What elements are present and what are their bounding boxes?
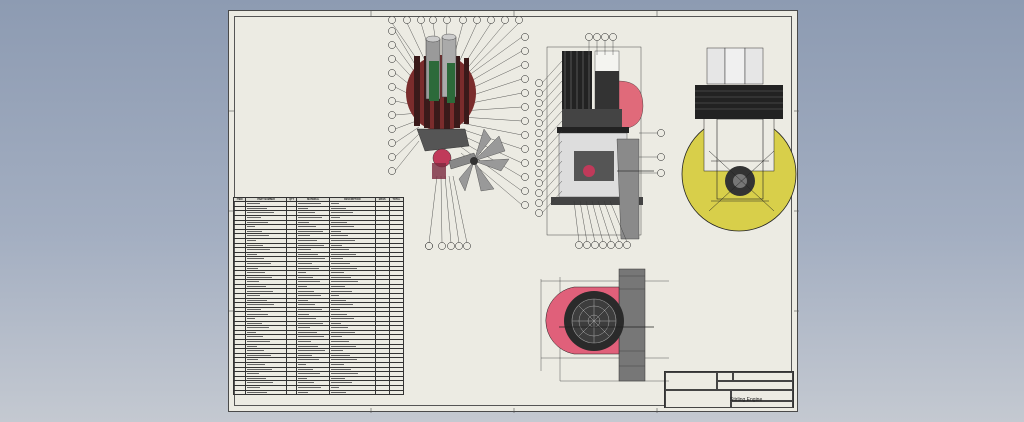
callout-balloon-icon: [388, 55, 396, 63]
leader-line: [541, 60, 563, 84]
side-view: [681, 47, 797, 232]
callout-balloon-icon: [388, 153, 396, 161]
leader-line: [603, 200, 620, 243]
callout-balloon-icon: [535, 159, 543, 167]
callout-balloon-icon: [388, 16, 396, 24]
callout-balloon-icon: [455, 242, 463, 250]
callout-balloon-icon: [623, 241, 631, 249]
leader-line: [469, 22, 520, 72]
callout-balloon-icon: [515, 16, 523, 24]
leader-line: [573, 200, 580, 243]
callout-balloon-icon: [521, 103, 529, 111]
callout-balloon-icon: [535, 209, 543, 217]
callout-balloon-icon: [388, 125, 396, 133]
callout-balloon-icon: [535, 139, 543, 147]
callout-balloon-icon: [388, 69, 396, 77]
callout-balloon-icon: [535, 99, 543, 107]
leader-line: [541, 80, 563, 104]
callout-balloon-icon: [429, 16, 437, 24]
callout-balloon-icon: [487, 16, 495, 24]
callout-balloon-icon: [521, 117, 529, 125]
callout-balloon-icon: [591, 241, 599, 249]
callout-balloon-icon: [535, 79, 543, 87]
callout-balloon-icon: [521, 173, 529, 181]
callout-balloon-icon: [459, 16, 467, 24]
callout-balloon-icon: [599, 241, 607, 249]
callout-balloon-icon: [535, 189, 543, 197]
callout-balloon-icon: [388, 97, 396, 105]
callout-balloon-icon: [521, 187, 529, 195]
callout-balloon-icon: [609, 33, 617, 41]
callout-balloon-icon: [521, 89, 529, 97]
leader-line: [448, 175, 460, 244]
section-view: [535, 33, 665, 249]
callout-balloon-icon: [521, 61, 529, 69]
callout-balloon-icon: [583, 241, 591, 249]
leader-line: [444, 175, 452, 244]
callout-balloon-icon: [521, 201, 529, 209]
callout-balloon-icon: [535, 169, 543, 177]
callout-balloon-icon: [535, 119, 543, 127]
callout-balloon-icon: [535, 129, 543, 137]
callout-balloon-icon: [521, 47, 529, 55]
callout-balloon-icon: [535, 89, 543, 97]
callout-balloon-icon: [575, 241, 583, 249]
callout-balloon-icon: [521, 159, 529, 167]
callout-balloon-icon: [403, 16, 411, 24]
leader-line: [597, 200, 612, 243]
callout-balloon-icon: [388, 27, 396, 35]
leader-line: [579, 200, 588, 243]
callout-balloon-icon: [535, 179, 543, 187]
drawing-sheet: ITEM PART NUMBER QTY MATERIAL DESCRIPTIO…: [228, 10, 799, 413]
leader-line: [460, 122, 523, 136]
callout-balloon-icon: [657, 169, 665, 177]
callout-balloon-icon: [473, 16, 481, 24]
callout-balloon-icon: [607, 241, 615, 249]
callout-balloon-icon: [463, 242, 471, 250]
callout-balloon-icon: [535, 199, 543, 207]
callout-balloon-icon: [425, 242, 433, 250]
leader-line: [541, 70, 563, 94]
callout-balloon-icon: [657, 129, 665, 137]
callout-balloon-icon: [443, 16, 451, 24]
callout-balloon-icon: [521, 75, 529, 83]
leader-line: [541, 100, 563, 124]
drawing-views: [229, 11, 799, 413]
callout-balloon-icon: [535, 109, 543, 117]
callout-balloon-icon: [593, 33, 601, 41]
callout-balloon-icon: [585, 33, 593, 41]
callout-balloon-icon: [521, 145, 529, 153]
callout-balloon-icon: [388, 167, 396, 175]
callout-balloon-icon: [535, 149, 543, 157]
leader-line: [394, 126, 420, 144]
callout-balloon-icon: [521, 33, 529, 41]
callout-balloon-icon: [601, 33, 609, 41]
callout-balloon-icon: [417, 16, 425, 24]
callout-balloon-icon: [438, 242, 446, 250]
leader-line: [428, 175, 438, 244]
leader-line: [440, 175, 443, 244]
callout-balloon-icon: [521, 131, 529, 139]
callout-balloon-icon: [388, 83, 396, 91]
isometric-view: [388, 16, 529, 250]
callout-balloon-icon: [388, 111, 396, 119]
top-view: [540, 268, 669, 382]
callout-balloon-icon: [388, 139, 396, 147]
callout-balloon-icon: [657, 153, 665, 161]
callout-balloon-icon: [447, 242, 455, 250]
callout-balloon-icon: [501, 16, 509, 24]
callout-balloon-icon: [388, 41, 396, 49]
leader-line: [541, 90, 563, 114]
callout-balloon-icon: [615, 241, 623, 249]
leader-line: [460, 116, 523, 122]
